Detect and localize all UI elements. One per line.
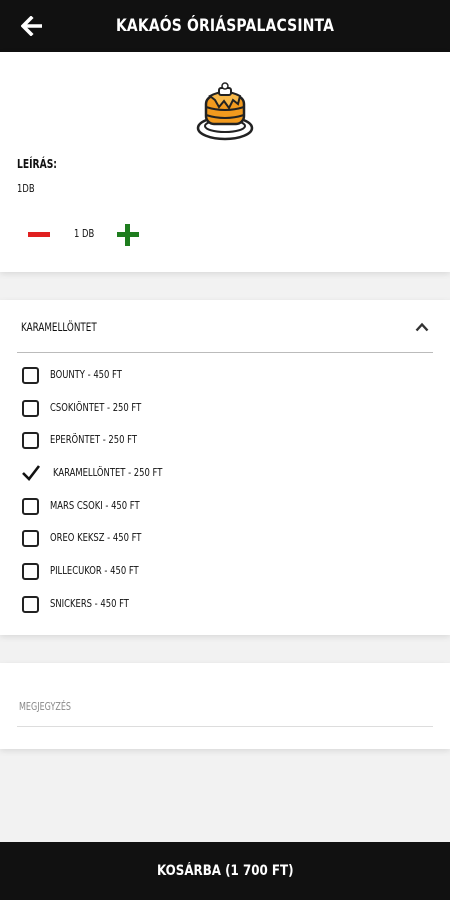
- note-input[interactable]: MEGJEGYZÉS: [17, 687, 433, 727]
- product-card: LEÍRÁS: 1DB 1 DB: [0, 52, 450, 272]
- add-to-cart-label: KOSÁRBA (1 700 FT): [156, 863, 294, 879]
- note-placeholder: MEGJEGYZÉS: [19, 701, 72, 713]
- back-button[interactable]: [14, 10, 50, 42]
- description-value: 1DB: [17, 182, 35, 195]
- increase-quantity-button[interactable]: [117, 224, 139, 246]
- checkbox-checked[interactable]: [22, 465, 41, 482]
- option-label: BOUNTY - 450 FT: [50, 368, 122, 381]
- option-eperontet[interactable]: EPERÖNTET - 250 FT: [22, 427, 322, 460]
- arrow-left-icon: [21, 16, 42, 36]
- options-section-title: KARAMELLÖNTET: [21, 320, 97, 334]
- option-label: SNICKERS - 450 FT: [50, 596, 129, 610]
- options-card: KARAMELLÖNTET BOUNTY - 450 FT CSOKIÖNTET…: [0, 300, 450, 635]
- option-label: EPERÖNTET - 250 FT: [50, 433, 137, 447]
- checkmark-icon: [22, 465, 41, 482]
- options-section-header[interactable]: KARAMELLÖNTET: [17, 300, 433, 353]
- top-bar: KAKAÓS ÓRIÁSPALACSINTA: [0, 0, 450, 52]
- option-label: PILLECUKOR - 450 FT: [50, 564, 139, 578]
- option-label: OREO KEKSZ - 450 FT: [50, 531, 142, 545]
- option-bounty[interactable]: BOUNTY - 450 FT: [22, 362, 322, 395]
- description-label: LEÍRÁS:: [17, 157, 57, 171]
- page-title: KAKAÓS ÓRIÁSPALACSINTA: [115, 16, 335, 36]
- option-label: MARS CSOKI - 450 FT: [50, 498, 140, 512]
- checkbox[interactable]: [22, 367, 39, 384]
- option-pillecukor[interactable]: PILLECUKOR - 450 FT: [22, 558, 322, 591]
- option-oreo-keksz[interactable]: OREO KEKSZ - 450 FT: [22, 525, 322, 558]
- quantity-stepper: 1 DB: [26, 220, 166, 250]
- pancake-icon: [196, 82, 254, 141]
- note-card: MEGJEGYZÉS: [0, 663, 450, 749]
- checkbox[interactable]: [22, 497, 39, 515]
- quantity-value: 1 DB: [74, 227, 95, 240]
- checkbox[interactable]: [22, 399, 39, 417]
- option-label: CSOKIÖNTET - 250 FT: [50, 400, 142, 414]
- checkbox[interactable]: [22, 563, 39, 581]
- option-mars-csoki[interactable]: MARS CSOKI - 450 FT: [22, 493, 322, 526]
- chevron-up-icon: [415, 322, 429, 332]
- checkbox[interactable]: [22, 595, 39, 613]
- checkbox[interactable]: [22, 530, 39, 548]
- checkbox[interactable]: [22, 432, 39, 450]
- option-csokiontet[interactable]: CSOKIÖNTET - 250 FT: [22, 395, 322, 428]
- options-list: BOUNTY - 450 FT CSOKIÖNTET - 250 FT EPER…: [22, 362, 322, 624]
- decrease-quantity-button[interactable]: [28, 232, 50, 237]
- option-karamellontet[interactable]: KARAMELLÖNTET - 250 FT: [22, 460, 322, 493]
- option-label: KARAMELLÖNTET - 250 FT: [53, 466, 163, 480]
- add-to-cart-button[interactable]: KOSÁRBA (1 700 FT): [0, 842, 450, 900]
- option-snickers[interactable]: SNICKERS - 450 FT: [22, 591, 322, 624]
